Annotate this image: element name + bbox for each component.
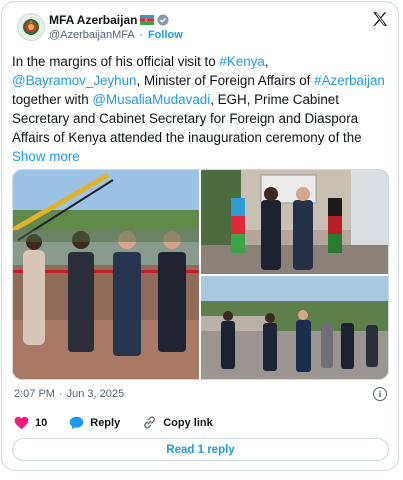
like-button[interactable]: 10 xyxy=(14,416,47,430)
heart-icon xyxy=(14,416,29,429)
timestamp[interactable]: 2:07 PM · Jun 3, 2025 xyxy=(14,388,124,400)
tweet-text: In the margins of his official visit to … xyxy=(12,52,390,166)
tweet-link[interactable]: #Kenya xyxy=(219,54,264,69)
follow-button[interactable]: Follow xyxy=(148,29,183,41)
reply-label: Reply xyxy=(90,416,121,429)
like-count: 10 xyxy=(35,416,48,429)
azerbaijan-flag-icon xyxy=(140,15,155,25)
tweet-link[interactable]: #Azerbaijan xyxy=(314,73,385,88)
tweet-text-segment: , xyxy=(264,54,269,69)
timestamp-separator: · xyxy=(58,388,63,400)
link-icon xyxy=(144,416,156,429)
verified-badge-icon xyxy=(157,14,169,26)
separator: · xyxy=(139,29,143,41)
copy-link-button[interactable]: Copy link xyxy=(142,415,213,430)
account-name[interactable]: MFA Azerbaijan xyxy=(49,13,169,27)
info-icon[interactable]: i xyxy=(373,387,387,401)
comment-icon xyxy=(69,416,84,429)
emblem-icon xyxy=(23,19,39,35)
copy-link-label: Copy link xyxy=(163,416,213,429)
show-more-link[interactable]: Show more xyxy=(12,149,80,164)
media-grid[interactable] xyxy=(12,169,389,380)
read-replies-button[interactable]: Read 1 reply xyxy=(12,438,389,461)
account-handle[interactable]: @AzerbaijanMFA xyxy=(49,29,134,41)
tweet-text-segment: together with xyxy=(12,92,93,107)
tweet-link[interactable]: @MusaliaMudavadi xyxy=(92,92,210,107)
tweet-time: 2:07 PM xyxy=(14,388,55,400)
tweet-link[interactable]: @Bayramov_Jeyhun xyxy=(12,73,137,88)
x-logo-icon[interactable] xyxy=(371,10,389,28)
tweet-text-segment: In the margins of his official visit to xyxy=(12,54,220,69)
photo-ribbon-cutting[interactable] xyxy=(13,170,199,379)
tweet-text-segment: , Minister of Foreign Affairs of xyxy=(136,73,315,88)
handle-line: @AzerbaijanMFA · Follow xyxy=(49,29,183,41)
avatar[interactable] xyxy=(17,13,45,41)
tweet-date: Jun 3, 2025 xyxy=(66,388,125,400)
reply-button[interactable]: Reply xyxy=(69,416,120,430)
photo-handshake-flags[interactable] xyxy=(201,170,388,274)
action-bar: 10 Reply Copy link xyxy=(14,415,235,430)
account-name-label: MFA Azerbaijan xyxy=(49,13,138,27)
photo-delegation-walk[interactable] xyxy=(201,276,388,379)
